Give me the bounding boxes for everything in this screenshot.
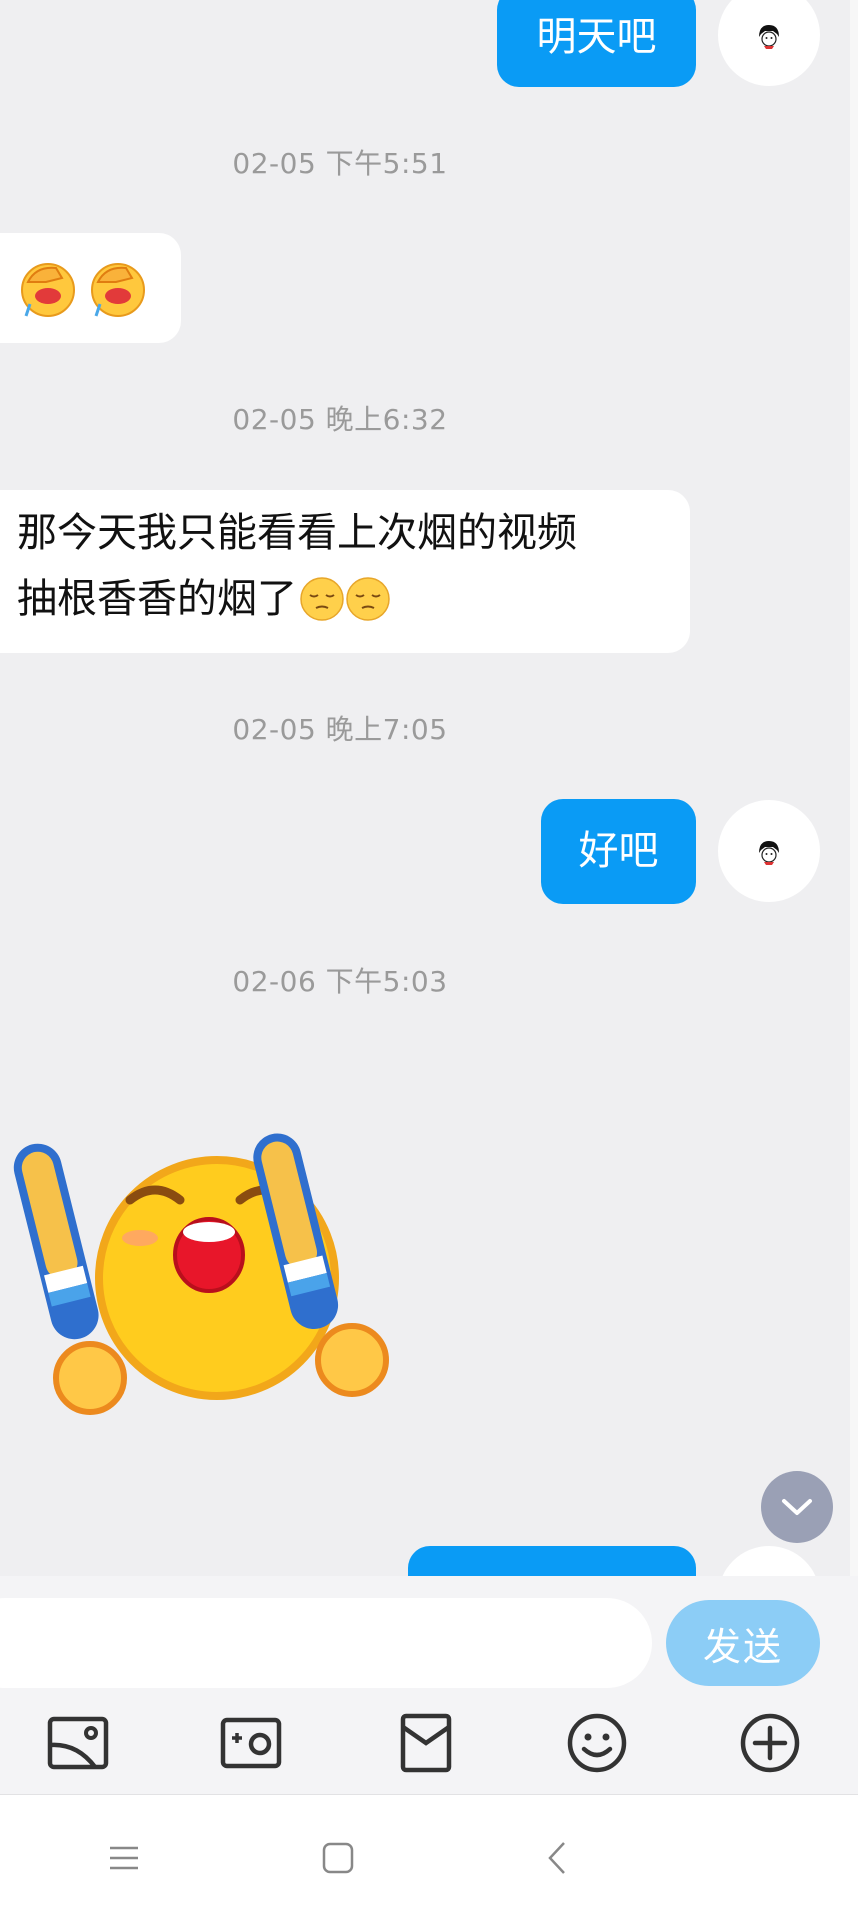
scroll-to-bottom-button[interactable] <box>761 1471 833 1543</box>
avatar[interactable] <box>718 0 820 86</box>
home-icon <box>322 1842 354 1874</box>
menu-button[interactable] <box>89 1825 159 1891</box>
pensive-emoji <box>346 577 390 621</box>
timestamp: 02-05 晚上6:32 <box>232 403 448 436</box>
timestamp: 02-06 下午5:03 <box>232 965 448 998</box>
camera-button[interactable] <box>218 1710 284 1776</box>
timestamp: 02-05 下午5:51 <box>232 147 448 180</box>
send-button-label: 发送 <box>702 1624 783 1669</box>
red-packet-icon <box>400 1713 452 1773</box>
message-list[interactable]: 明天吧 02-05 下午5:51 02-05 晚上6:32 那今天我只能看看上次… <box>0 0 858 1576</box>
message-text: 明天吧 <box>536 14 657 60</box>
chat-screen: 明天吧 02-05 下午5:51 02-05 晚上6:32 那今天我只能看看上次… <box>0 0 858 1920</box>
message-bubble-incoming[interactable] <box>0 233 181 343</box>
facepalm-crying-emoji <box>91 263 145 317</box>
message-text-line: 抽根香香的烟了 <box>17 576 297 622</box>
message-bubble-outgoing[interactable]: 明天吧 <box>497 0 696 87</box>
message-bubble-incoming[interactable]: 那今天我只能看看上次烟的视频 抽根香香的烟了 <box>0 490 690 653</box>
menu-icon <box>110 1846 138 1870</box>
timestamp: 02-05 晚上7:05 <box>232 713 448 746</box>
home-button[interactable] <box>303 1825 373 1891</box>
back-icon <box>548 1842 565 1874</box>
more-button[interactable] <box>737 1710 803 1776</box>
avatar[interactable] <box>718 1546 820 1576</box>
message-bubble-outgoing[interactable]: 好吧 <box>541 799 696 904</box>
image-button[interactable] <box>45 1710 111 1776</box>
camera-icon <box>220 1717 282 1769</box>
red-packet-button[interactable] <box>393 1710 459 1776</box>
back-button[interactable] <box>522 1825 592 1891</box>
message-bubble-outgoing[interactable] <box>408 1546 696 1576</box>
cheering-face-sticker[interactable] <box>12 1120 412 1420</box>
avatar[interactable] <box>718 800 820 902</box>
pensive-emoji <box>300 577 344 621</box>
chevron-down-icon <box>782 1499 812 1515</box>
message-input[interactable] <box>0 1598 652 1688</box>
image-icon <box>47 1716 109 1770</box>
emoji-icon <box>567 1713 627 1773</box>
system-nav-bar <box>0 1795 858 1920</box>
scrollbar[interactable] <box>850 0 858 1576</box>
composer-toolbar <box>0 1690 858 1795</box>
facepalm-crying-emoji <box>21 263 75 317</box>
plus-icon <box>740 1713 800 1773</box>
message-text-line: 那今天我只能看看上次烟的视频 <box>17 510 577 556</box>
message-text: 好吧 <box>578 828 659 874</box>
composer-bar: 发送 <box>0 1576 858 1690</box>
send-button[interactable]: 发送 <box>666 1600 820 1686</box>
emoji-button[interactable] <box>564 1710 630 1776</box>
